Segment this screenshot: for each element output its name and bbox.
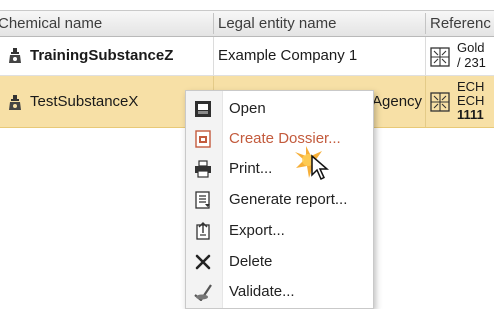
legal-entity-cell: Agency: [372, 93, 423, 110]
table-header: Chemical name Legal entity name Referenc: [0, 10, 494, 37]
context-menu: Open Create Dossier... Print... Generate…: [185, 90, 374, 309]
menu-item-create-dossier[interactable]: Create Dossier...: [186, 124, 373, 154]
column-header-chemical-name[interactable]: Chemical name: [0, 11, 210, 36]
menu-item-label: Print...: [229, 160, 273, 177]
menu-item-label: Export...: [229, 222, 285, 239]
print-icon: [195, 160, 211, 178]
table-row[interactable]: TrainingSubstanceZ Example Company 1 Gol…: [0, 37, 494, 76]
export-icon: [196, 222, 210, 240]
menu-item-generate-report[interactable]: Generate report...: [186, 185, 373, 215]
reference-line: / 231: [457, 55, 486, 69]
reference-icon: [430, 47, 450, 67]
legal-entity-cell: Example Company 1: [218, 47, 358, 64]
reference-line: 1111: [457, 107, 484, 121]
create-dossier-icon: [195, 130, 211, 148]
menu-item-open[interactable]: Open: [186, 94, 373, 124]
delete-icon: [195, 254, 211, 270]
chemical-name-cell: TrainingSubstanceZ: [30, 47, 174, 64]
report-icon: [195, 191, 210, 209]
reference-icon: [430, 92, 450, 112]
menu-item-label: Generate report...: [229, 191, 348, 208]
menu-item-print[interactable]: Print...: [186, 154, 373, 184]
menu-item-export[interactable]: Export...: [186, 216, 373, 246]
reference-line: Gold: [457, 41, 485, 55]
menu-item-label: Delete: [229, 253, 273, 270]
reference-line: ECH: [457, 80, 485, 94]
menu-item-validate[interactable]: Validate...: [186, 277, 373, 307]
chemical-name-cell: TestSubstanceX: [30, 93, 139, 110]
reference-line: ECH: [457, 93, 485, 108]
column-header-reference[interactable]: Referenc: [430, 11, 494, 36]
menu-item-label: Open: [229, 100, 266, 117]
reference-cell: ECH ECH 1111: [457, 80, 484, 121]
validate-icon: [194, 284, 212, 301]
substance-icon: [9, 95, 21, 110]
open-icon: [195, 101, 211, 117]
reference-cell: Gold / 231: [457, 41, 486, 69]
menu-item-delete[interactable]: Delete: [186, 247, 373, 277]
column-header-legal-entity-name[interactable]: Legal entity name: [218, 11, 423, 36]
menu-item-label: Validate...: [229, 283, 295, 300]
substance-icon: [9, 48, 21, 63]
mouse-cursor-icon: [295, 146, 330, 181]
